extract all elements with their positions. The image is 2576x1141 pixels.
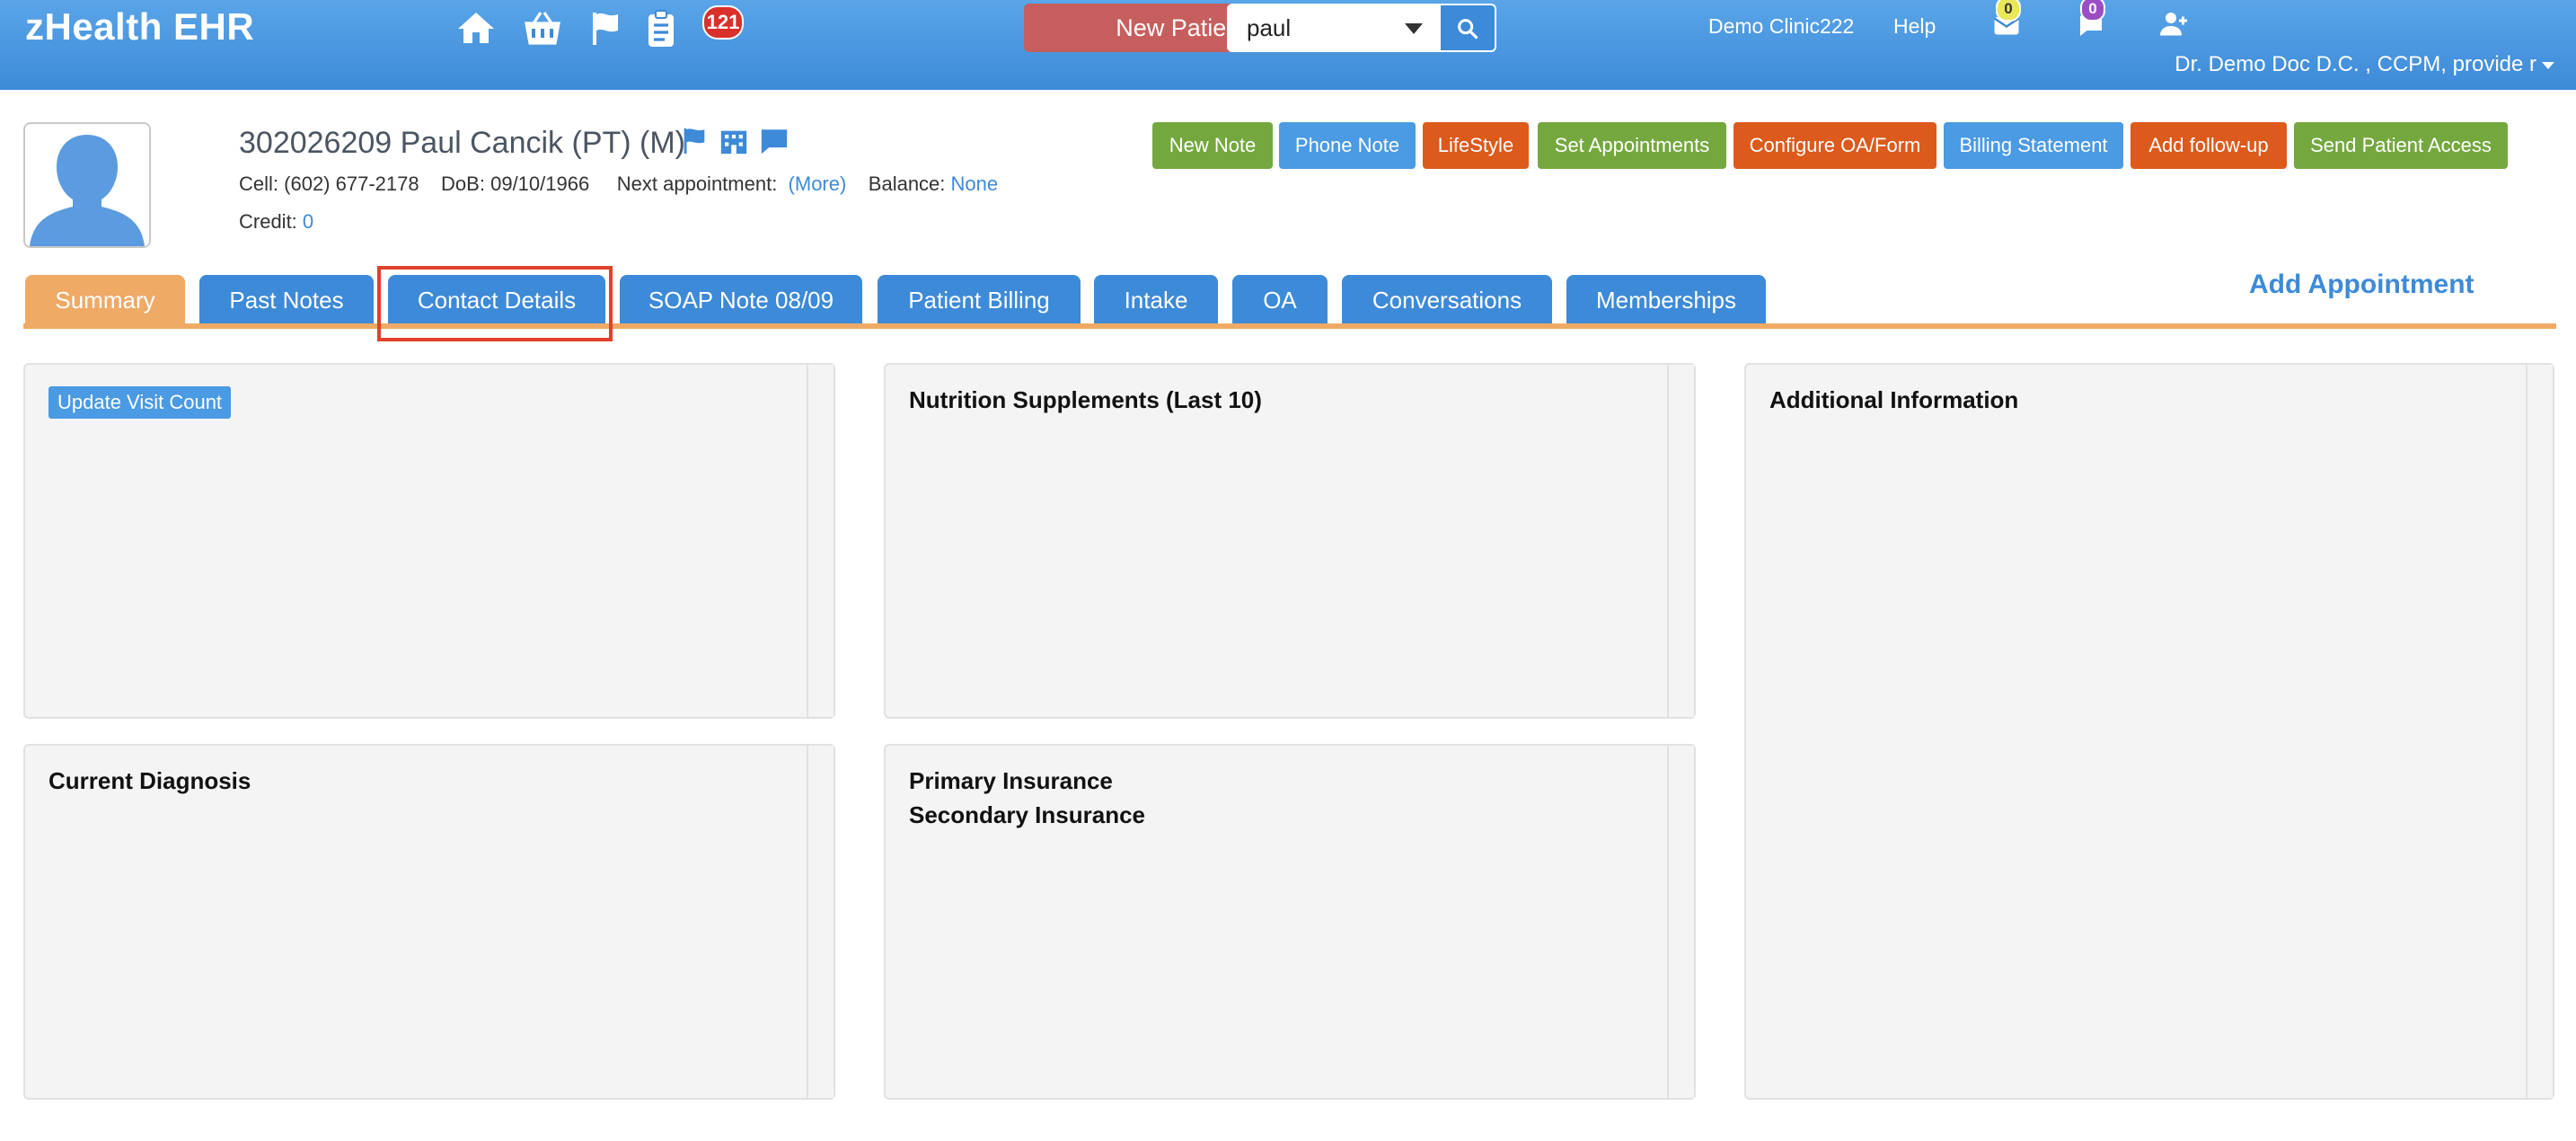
- additional-information-title: Additional Information: [1769, 386, 2019, 413]
- current-diagnosis-title: Current Diagnosis: [49, 767, 251, 794]
- send-patient-access-button[interactable]: Send Patient Access: [2294, 122, 2508, 169]
- search-icon: [1458, 19, 1478, 40]
- next-appointment-more-link[interactable]: (More): [789, 172, 847, 195]
- flag-icon[interactable]: [584, 7, 627, 50]
- tab-oa[interactable]: OA: [1232, 275, 1328, 325]
- patient-info-line: Cell: (602) 677-2178 DoB: 09/10/1966 Nex…: [239, 172, 998, 196]
- patient-title: 302026209 Paul Cancik (PT) (M): [239, 126, 686, 160]
- balance-label: Balance:: [868, 172, 946, 195]
- panel-scrollbar[interactable]: [807, 746, 834, 1098]
- chevron-down-icon[interactable]: [1405, 23, 1423, 34]
- next-appointment-label: Next appointment:: [616, 172, 778, 195]
- brand-logo[interactable]: zHealth EHR: [25, 5, 254, 49]
- task-count-badge[interactable]: 121: [702, 5, 744, 40]
- cell-label: Cell:: [239, 172, 279, 195]
- panel-scrollbar[interactable]: [807, 365, 834, 717]
- lifestyle-button[interactable]: LifeStyle: [1423, 122, 1529, 169]
- patient-status-icons: [679, 126, 795, 158]
- billing-statement-button[interactable]: Billing Statement: [1944, 122, 2123, 169]
- search-input[interactable]: [1229, 5, 1426, 50]
- current-diagnosis-panel: Current Diagnosis: [23, 744, 835, 1100]
- top-navbar: zHealth EHR 121 New Patient Demo Clinic2…: [0, 0, 2576, 90]
- phone-note-button[interactable]: Phone Note: [1279, 122, 1416, 169]
- add-user-icon[interactable]: [2157, 7, 2190, 40]
- balance-value-link[interactable]: None: [951, 172, 999, 195]
- panel-scrollbar[interactable]: [1667, 746, 1694, 1098]
- tab-soap-note[interactable]: SOAP Note 08/09: [620, 275, 862, 325]
- cell-value: (602) 677-2178: [284, 172, 419, 195]
- chevron-down-icon: [2542, 61, 2554, 69]
- new-note-button[interactable]: New Note: [1152, 122, 1273, 169]
- secondary-insurance-title: Secondary Insurance: [909, 801, 1145, 828]
- update-visit-count-button[interactable]: Update Visit Count: [49, 386, 232, 419]
- tab-summary[interactable]: Summary: [25, 275, 185, 325]
- nutrition-supplements-title: Nutrition Supplements (Last 10): [909, 386, 1262, 413]
- set-appointments-button[interactable]: Set Appointments: [1538, 122, 1726, 169]
- panel-scrollbar[interactable]: [1667, 365, 1694, 717]
- credit-label: Credit:: [239, 210, 297, 233]
- panel-scrollbar[interactable]: [2526, 365, 2553, 1098]
- credit-line: Credit: 0: [239, 210, 313, 234]
- contact-details-highlight: [377, 266, 613, 341]
- tab-patient-billing[interactable]: Patient Billing: [878, 275, 1081, 325]
- mail-count-badge[interactable]: 0: [1996, 0, 2021, 22]
- dob-value: 09/10/1966: [490, 172, 590, 195]
- user-menu[interactable]: Dr. Demo Doc D.C. , CCPM, provide r: [2175, 52, 2554, 77]
- credit-value-link[interactable]: 0: [303, 210, 313, 233]
- dob-label: DoB:: [441, 172, 485, 195]
- search-button[interactable]: [1441, 5, 1495, 50]
- basket-icon[interactable]: [521, 7, 564, 50]
- flag-icon[interactable]: [679, 126, 710, 156]
- building-icon[interactable]: [719, 126, 749, 156]
- patient-avatar[interactable]: [23, 122, 151, 248]
- add-follow-up-button[interactable]: Add follow-up: [2130, 122, 2287, 169]
- comment-icon[interactable]: [759, 126, 790, 156]
- nutrition-supplements-panel: Nutrition Supplements (Last 10): [884, 363, 1696, 719]
- configure-oa-form-button[interactable]: Configure OA/Form: [1734, 122, 1936, 169]
- insurance-panel: Primary Insurance Secondary Insurance: [884, 744, 1696, 1100]
- additional-information-panel: Additional Information: [1744, 363, 2554, 1100]
- chat-count-badge[interactable]: 0: [2080, 0, 2105, 22]
- clipboard-icon[interactable]: [640, 7, 683, 50]
- clinic-name[interactable]: Demo Clinic222: [1708, 14, 1854, 39]
- home-icon[interactable]: [454, 7, 498, 50]
- user-name: Dr. Demo Doc D.C. , CCPM, provide r: [2175, 52, 2536, 76]
- patient-search: [1227, 4, 1496, 52]
- tab-memberships[interactable]: Memberships: [1566, 275, 1766, 325]
- tab-past-notes[interactable]: Past Notes: [199, 275, 374, 325]
- primary-insurance-title: Primary Insurance: [909, 767, 1113, 794]
- add-appointment-link[interactable]: Add Appointment: [2249, 270, 2475, 300]
- tab-conversations[interactable]: Conversations: [1342, 275, 1552, 325]
- tab-intake[interactable]: Intake: [1094, 275, 1218, 325]
- help-link[interactable]: Help: [1893, 14, 1936, 39]
- visit-count-panel: Update Visit Count: [23, 363, 835, 719]
